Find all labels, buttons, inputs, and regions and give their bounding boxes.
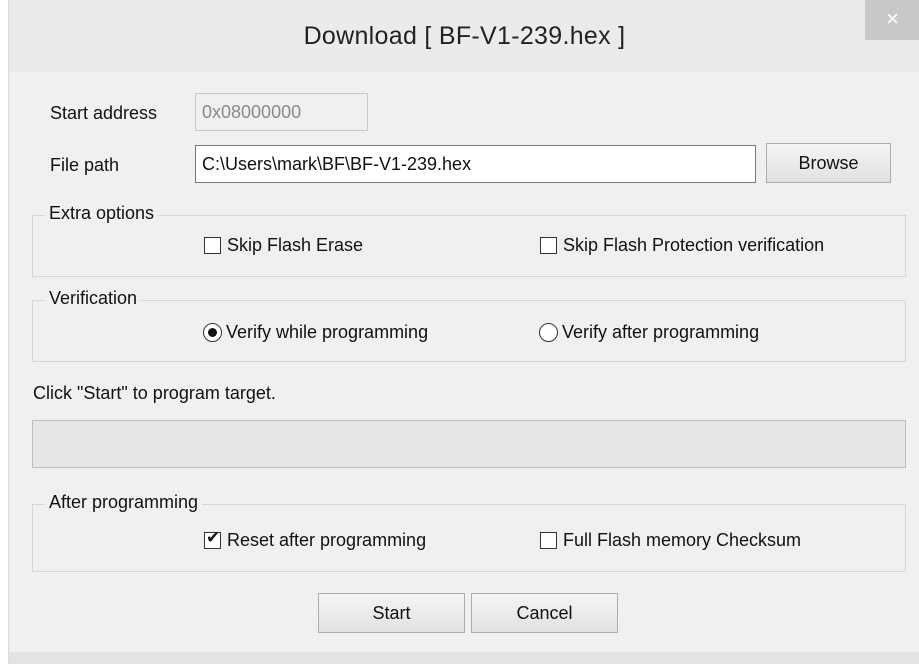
verify-while-programming-label: Verify while programming [226, 322, 429, 342]
dialog-body: Start address 0x08000000 File path C:\Us… [9, 72, 919, 652]
close-button[interactable]: × [865, 0, 919, 40]
after-programming-title: After programming [45, 492, 203, 513]
skip-flash-erase-checkbox[interactable] [204, 237, 221, 254]
window-bottom-edge [9, 652, 919, 664]
verify-after-programming-option[interactable]: Verify after programming [539, 322, 759, 343]
progress-bar [32, 420, 906, 468]
skip-flash-protection-option[interactable]: Skip Flash Protection verification [540, 235, 824, 256]
skip-flash-protection-checkbox[interactable] [540, 237, 557, 254]
file-path-label: File path [50, 155, 120, 175]
reset-after-programming-checkbox[interactable]: ✔ [204, 528, 221, 549]
verification-group [32, 300, 906, 362]
download-dialog: Download [ BF-V1-239.hex ] × Start addre… [8, 0, 919, 664]
verification-title: Verification [45, 288, 142, 309]
radio-selected-dot [208, 328, 217, 337]
status-message: Click "Start" to program target. [33, 383, 276, 403]
reset-after-programming-option[interactable]: ✔ Reset after programming [204, 528, 427, 551]
start-address-label: Start address [50, 103, 158, 123]
full-flash-checksum-option[interactable]: Full Flash memory Checksum [540, 530, 801, 551]
skip-flash-protection-label: Skip Flash Protection verification [563, 235, 825, 255]
full-flash-checksum-label: Full Flash memory Checksum [563, 530, 802, 550]
start-address-field: 0x08000000 [195, 93, 368, 131]
cancel-button[interactable]: Cancel [471, 593, 618, 633]
verify-after-programming-label: Verify after programming [562, 322, 760, 342]
dialog-title: Download [ BF-V1-239.hex ] [303, 22, 626, 50]
extra-options-title: Extra options [45, 203, 159, 224]
skip-flash-erase-option[interactable]: Skip Flash Erase [204, 235, 363, 256]
verify-after-programming-radio[interactable] [539, 323, 558, 342]
verify-while-programming-option[interactable]: Verify while programming [203, 322, 428, 343]
checkmark-icon: ✔ [206, 528, 221, 547]
reset-after-programming-label: Reset after programming [227, 530, 427, 550]
browse-button[interactable]: Browse [766, 143, 891, 183]
title-bar[interactable]: Download [ BF-V1-239.hex ] × [9, 0, 919, 72]
start-button[interactable]: Start [318, 593, 465, 633]
close-icon: × [886, 6, 899, 31]
full-flash-checksum-checkbox[interactable] [540, 532, 557, 549]
skip-flash-erase-label: Skip Flash Erase [227, 235, 364, 255]
file-path-field[interactable]: C:\Users\mark\BF\BF-V1-239.hex [195, 145, 756, 183]
verify-while-programming-radio[interactable] [203, 323, 222, 342]
